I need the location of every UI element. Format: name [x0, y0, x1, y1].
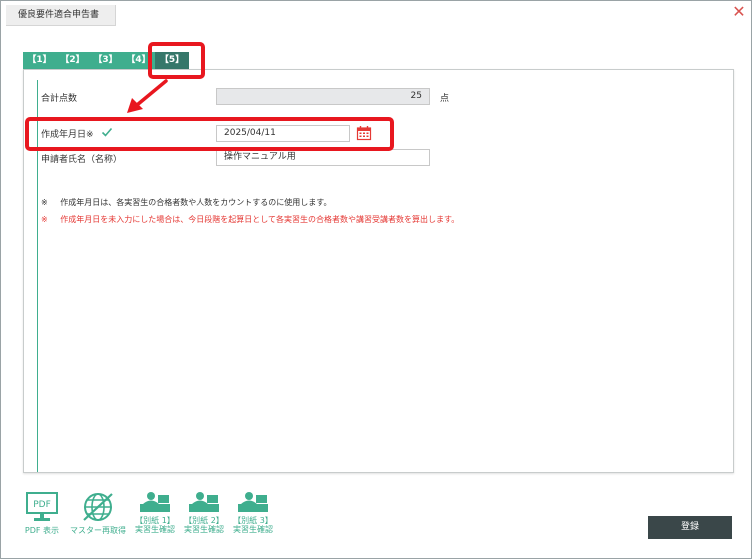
person-desk-icon	[238, 492, 268, 512]
master-refetch-button[interactable]: マスター再取得	[66, 491, 130, 535]
tab-3[interactable]: 【3】	[89, 52, 122, 69]
window-title: 優良要件適合申告書	[6, 5, 116, 26]
tab-highlight-box	[148, 42, 205, 79]
pdf-monitor-icon: PDF	[26, 492, 58, 521]
annex1-line1: 【別紙 1】	[135, 516, 175, 525]
note-date-usage: ※ 作成年月日は、各実習生の合格者数や人数をカウントするのに使用します。	[41, 197, 331, 208]
person-desk-icon	[140, 492, 170, 512]
master-refetch-label: マスター再取得	[70, 526, 126, 535]
date-row-highlight-box	[25, 117, 394, 151]
total-score-unit: 点	[440, 94, 450, 104]
applicant-name-label: 申請者氏名（名称）	[41, 155, 123, 165]
person-desk-icon	[189, 492, 219, 512]
tab-2[interactable]: 【2】	[56, 52, 89, 69]
annex3-line2: 実習生確認	[233, 525, 273, 534]
pdf-view-label: PDF 表示	[24, 526, 60, 535]
annex1-line2: 実習生確認	[135, 525, 175, 534]
tab-1[interactable]: 【1】	[23, 52, 56, 69]
annex2-line1: 【別紙 2】	[184, 516, 224, 525]
annex1-check-button[interactable]: 【別紙 1】 実習生確認	[131, 491, 179, 534]
total-score-label: 合計点数	[41, 94, 78, 104]
svg-text:PDF: PDF	[33, 500, 51, 510]
note-text: 作成年月日は、各実習生の合格者数や人数をカウントするのに使用します。	[60, 198, 332, 207]
close-icon[interactable]: ✕	[731, 4, 747, 20]
register-button[interactable]: 登録	[648, 516, 732, 539]
note-mark: ※	[41, 215, 48, 224]
pdf-view-button[interactable]: PDF PDF 表示	[19, 491, 65, 535]
annex2-check-button[interactable]: 【別紙 2】 実習生確認	[180, 491, 228, 534]
annex3-check-button[interactable]: 【別紙 3】 実習生確認	[229, 491, 277, 534]
dialog-window: 優良要件適合申告書 ✕ 【1】 【2】 【3】 【4】 【5】 合計点数 25 …	[0, 0, 752, 559]
applicant-name-input[interactable]: 操作マニュアル用	[216, 149, 430, 166]
note-date-empty-warning: ※ 作成年月日を未入力にした場合は、今日段階を起算日として各実習生の合格者数や講…	[41, 214, 459, 225]
annex3-line1: 【別紙 3】	[233, 516, 273, 525]
total-score-field: 25	[216, 88, 430, 105]
globe-icon	[83, 493, 113, 521]
note-mark: ※	[41, 198, 48, 207]
annex2-line2: 実習生確認	[184, 525, 224, 534]
note-text: 作成年月日を未入力にした場合は、今日段階を起算日として各実習生の合格者数や講習受…	[60, 215, 460, 224]
